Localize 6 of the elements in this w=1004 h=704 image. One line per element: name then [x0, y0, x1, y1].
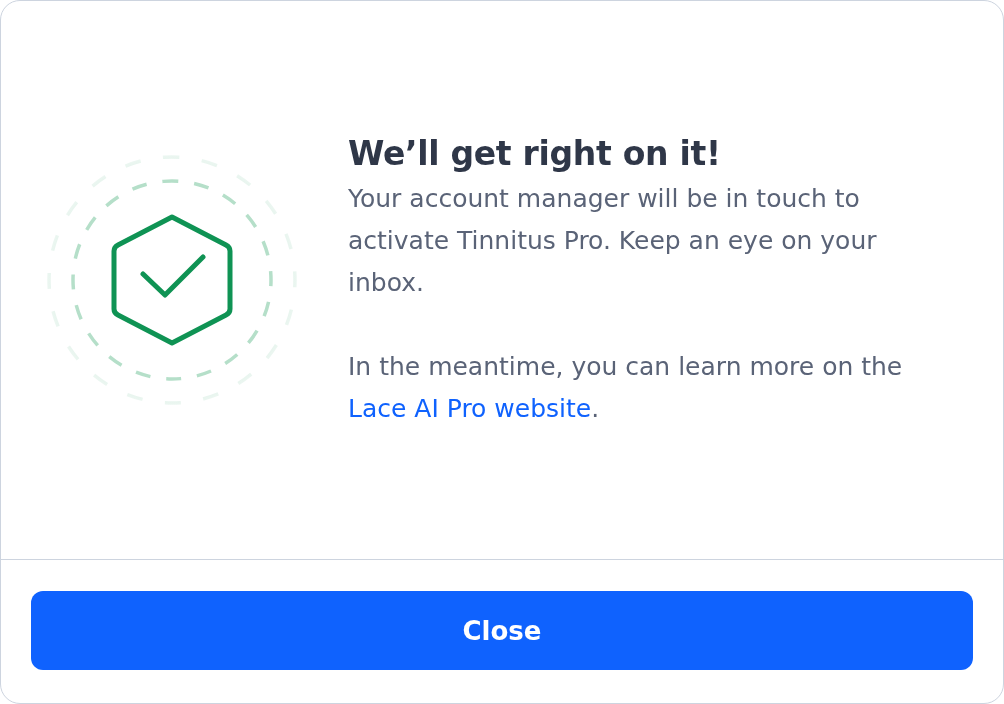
message-text: In the meantime, you can learn more on the Lace AI Pro website.: [348, 351, 904, 425]
close-button[interactable]: Close: [31, 591, 973, 670]
hexagon-checkmark-icon: [46, 154, 298, 406]
dialog-title: We’ll get right on it!: [348, 133, 722, 175]
message-text: Your account manager will be in touch to activate Tinnitus Pro. Keep an eye on your inbox.: [348, 183, 878, 299]
website-link[interactable]: Lace AI Pro website: [348, 394, 592, 423]
